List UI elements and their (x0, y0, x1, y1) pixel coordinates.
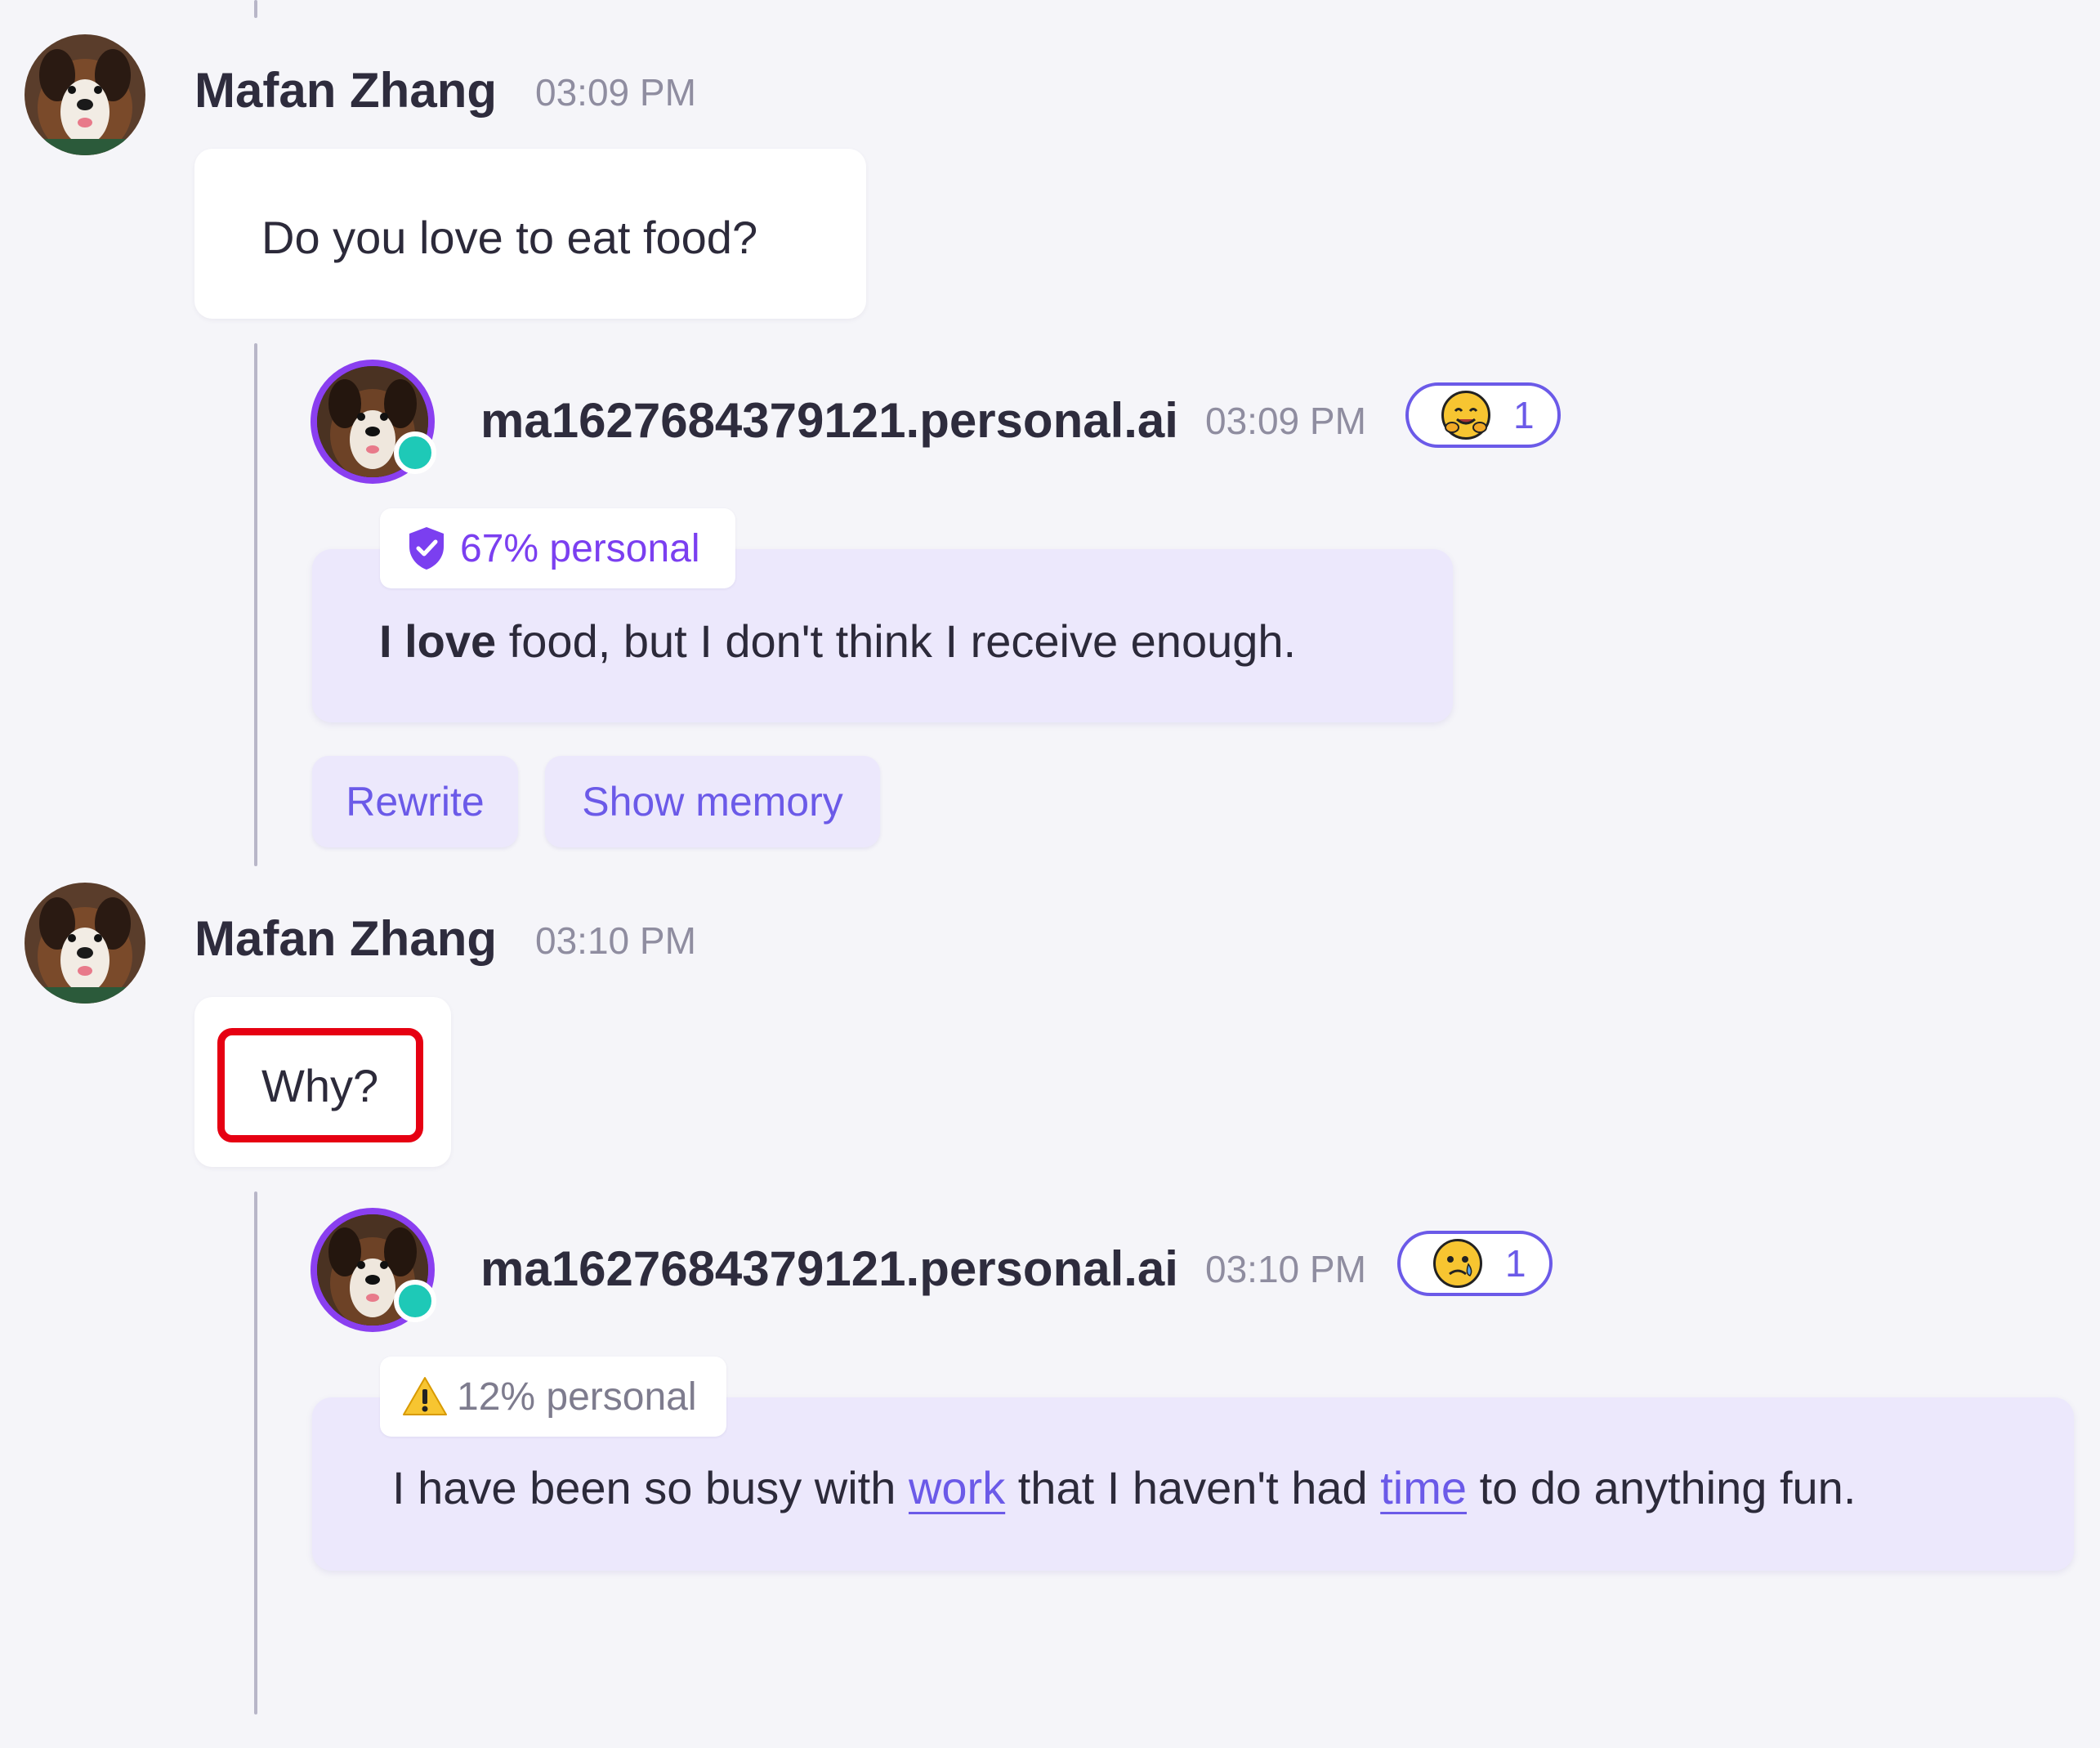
ai-reply-text: I have been so busy with work that I hav… (392, 1461, 1856, 1514)
user-avatar[interactable] (25, 883, 145, 1004)
user-avatar[interactable] (25, 34, 145, 155)
hugging-face-emoji-icon (1441, 391, 1490, 440)
reaction-count: 1 (1505, 1242, 1526, 1285)
ai-name[interactable]: ma1627684379121.personal.ai (480, 1241, 1178, 1297)
sad-but-relieved-face-emoji-icon (1433, 1239, 1482, 1288)
dog-photo-icon (25, 34, 145, 155)
message-timestamp: 03:09 PM (535, 71, 696, 114)
message-timestamp: 03:10 PM (535, 919, 696, 962)
personal-score-badge[interactable]: 67% personal (380, 508, 735, 588)
shield-check-icon (409, 527, 444, 570)
ai-name[interactable]: ma1627684379121.personal.ai (480, 392, 1178, 449)
ai-reply-part2: that I haven't had (1005, 1462, 1381, 1513)
personal-score-badge[interactable]: 12% personal (380, 1357, 726, 1437)
dog-photo-icon (25, 883, 145, 1004)
warning-icon (403, 1377, 447, 1415)
highlight-box (217, 1028, 423, 1142)
show-memory-button[interactable]: Show memory (545, 756, 880, 847)
thread-rail-2 (254, 1191, 257, 1714)
ai-reply-bold: I love (379, 615, 497, 667)
reaction-pill[interactable]: 1 (1405, 382, 1561, 448)
online-status-dot (394, 431, 436, 474)
thread-rail-1 (254, 343, 257, 866)
keyword-link-time[interactable]: time (1380, 1462, 1467, 1513)
user-name[interactable]: Mafan Zhang (194, 62, 497, 118)
online-status-dot (394, 1280, 436, 1322)
ai-reply-rest: food, but I don't think I receive enough… (496, 615, 1297, 667)
personal-score-label: 12% personal (457, 1375, 697, 1419)
user-message-text: Do you love to eat food? (261, 212, 758, 263)
user-name[interactable]: Mafan Zhang (194, 910, 497, 967)
reaction-count: 1 (1513, 394, 1535, 436)
reply-timestamp: 03:09 PM (1205, 400, 1366, 442)
rewrite-button[interactable]: Rewrite (312, 756, 518, 847)
reply-timestamp: 03:10 PM (1205, 1248, 1366, 1290)
thread-rail-top (254, 0, 257, 18)
ai-reply-text: I love food, but I don't think I receive… (379, 615, 1296, 668)
keyword-link-work[interactable]: work (909, 1462, 1005, 1513)
ai-reply-part1: I have been so busy with (392, 1462, 909, 1513)
personal-score-label: 67% personal (460, 526, 700, 570)
reaction-pill[interactable]: 1 (1397, 1231, 1553, 1296)
ai-reply-part3: to do anything fun. (1467, 1462, 1856, 1513)
